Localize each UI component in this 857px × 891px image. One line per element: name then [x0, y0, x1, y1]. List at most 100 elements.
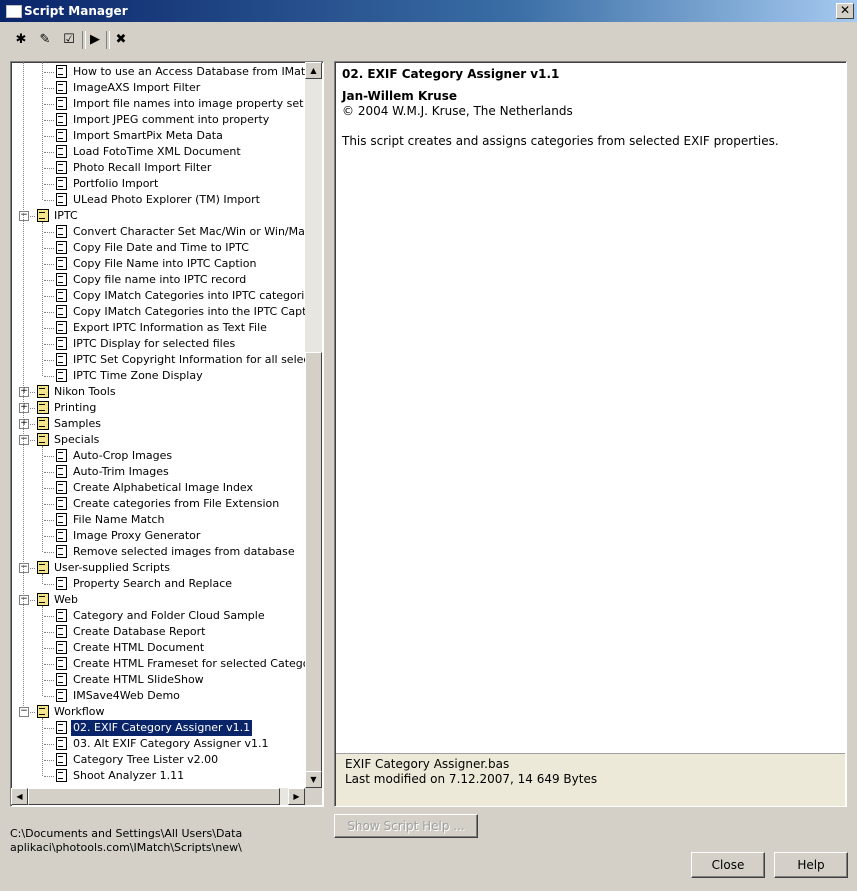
- collapse-icon[interactable]: −: [19, 211, 29, 221]
- tree-connector: [44, 136, 54, 137]
- tree-item[interactable]: Property Search and Replace: [11, 576, 305, 592]
- tree-item[interactable]: Copy File Date and Time to IPTC: [11, 240, 305, 256]
- tree-folder[interactable]: + Samples: [11, 416, 305, 432]
- scroll-down-button[interactable]: ▼: [305, 771, 322, 788]
- tree-item[interactable]: Copy file name into IPTC record: [11, 272, 305, 288]
- tree-item[interactable]: Load FotoTime XML Document: [11, 144, 305, 160]
- tree-item[interactable]: Convert Character Set Mac/Win or Win/Mac: [11, 224, 305, 240]
- edit-script-icon[interactable]: ✎: [36, 30, 54, 48]
- tree-connector: [44, 328, 54, 329]
- tree-item[interactable]: Portfolio Import: [11, 176, 305, 192]
- tree-item[interactable]: Copy File Name into IPTC Caption: [11, 256, 305, 272]
- tree-item[interactable]: Category Tree Lister v2.00: [11, 752, 305, 768]
- tree-item[interactable]: IPTC Time Zone Display: [11, 368, 305, 384]
- new-script-icon[interactable]: ✱: [12, 30, 30, 48]
- tree-item[interactable]: Export IPTC Information as Text File: [11, 320, 305, 336]
- script-file-icon: [56, 289, 67, 302]
- tree-item[interactable]: File Name Match: [11, 512, 305, 528]
- delete-script-icon[interactable]: ✖: [112, 30, 130, 48]
- tree-item-label: Category and Folder Cloud Sample: [73, 609, 265, 622]
- collapse-icon[interactable]: −: [19, 435, 29, 445]
- tree-item[interactable]: IPTC Set Copyright Information for all s…: [11, 352, 305, 368]
- tree-item-label: ImageAXS Import Filter: [73, 81, 201, 94]
- tree-folder[interactable]: + Nikon Tools: [11, 384, 305, 400]
- tree-folder[interactable]: + Printing: [11, 400, 305, 416]
- tree-item-label: Portfolio Import: [73, 177, 159, 190]
- tree-item[interactable]: ImageAXS Import Filter: [11, 80, 305, 96]
- folder-icon: [37, 433, 49, 446]
- collapse-icon[interactable]: −: [19, 563, 29, 573]
- tree-vertical-scrollbar[interactable]: ▲ ▼: [305, 62, 322, 788]
- tree-item-label: Import JPEG comment into property: [73, 113, 270, 126]
- tree-item[interactable]: Copy IMatch Categories into the IPTC Cap…: [11, 304, 305, 320]
- scroll-left-button[interactable]: ◀: [11, 788, 28, 805]
- script-file-icon: [56, 689, 67, 702]
- tree-item[interactable]: 02. EXIF Category Assigner v1.1: [11, 719, 305, 737]
- tree-item[interactable]: Copy IMatch Categories into IPTC categor…: [11, 288, 305, 304]
- tree-item[interactable]: Category and Folder Cloud Sample: [11, 608, 305, 624]
- tree-item-label: Copy File Name into IPTC Caption: [73, 257, 257, 270]
- tree-item[interactable]: Create HTML SlideShow: [11, 672, 305, 688]
- tree-folder-label: Workflow: [54, 705, 105, 718]
- script-copyright: © 2004 W.M.J. Kruse, The Netherlands: [342, 104, 573, 118]
- tree-item[interactable]: Shoot Analyzer 1.11: [11, 768, 305, 784]
- tree-item-label: Copy File Date and Time to IPTC: [73, 241, 249, 254]
- tree-item-label: IPTC Set Copyright Information for all s…: [73, 353, 305, 366]
- tree-item[interactable]: Create Alphabetical Image Index: [11, 480, 305, 496]
- tree-item[interactable]: Import JPEG comment into property: [11, 112, 305, 128]
- tree-item[interactable]: Create HTML Frameset for selected Catego…: [11, 656, 305, 672]
- tree-item[interactable]: Create Database Report: [11, 624, 305, 640]
- script-author: Jan-Willem Kruse: [342, 89, 457, 103]
- expand-icon[interactable]: +: [19, 419, 29, 429]
- tree-folder[interactable]: − IPTC: [11, 208, 305, 224]
- tree-connector: [44, 344, 54, 345]
- folder-icon: [37, 593, 49, 606]
- vertical-scroll-thumb[interactable]: [305, 352, 322, 774]
- tree-folder[interactable]: − Web: [11, 592, 305, 608]
- tree-item[interactable]: Import file names into image property se…: [11, 96, 305, 112]
- tree-horizontal-scrollbar[interactable]: ◀ ▶: [11, 788, 305, 805]
- tree-item[interactable]: Auto-Crop Images: [11, 448, 305, 464]
- tree-item[interactable]: IMSave4Web Demo: [11, 688, 305, 704]
- tree-folder-label: Web: [54, 593, 78, 606]
- folder-icon: [37, 561, 49, 574]
- tree-item-label: Shoot Analyzer 1.11: [73, 769, 185, 782]
- collapse-icon[interactable]: −: [19, 595, 29, 605]
- script-modified: Last modified on 7.12.2007, 14 649 Bytes: [345, 772, 598, 786]
- tree-folder[interactable]: − Specials: [11, 432, 305, 448]
- run-script-icon[interactable]: ▶: [86, 30, 104, 48]
- tree-item[interactable]: 03. Alt EXIF Category Assigner v1.1: [11, 736, 305, 752]
- script-file-info: EXIF Category Assigner.bas Last modified…: [336, 753, 845, 806]
- tree-item-label: Copy IMatch Categories into IPTC categor…: [73, 289, 305, 302]
- tree-item[interactable]: Create categories from File Extension: [11, 496, 305, 512]
- tree-connector: [44, 104, 54, 105]
- collapse-icon[interactable]: −: [19, 707, 29, 717]
- tree-item[interactable]: IPTC Display for selected files: [11, 336, 305, 352]
- tree-item[interactable]: ULead Photo Explorer (TM) Import: [11, 192, 305, 208]
- help-button[interactable]: Help: [774, 852, 848, 878]
- expand-icon[interactable]: +: [19, 387, 29, 397]
- scroll-corner: [305, 788, 322, 805]
- tree-folder[interactable]: − User-supplied Scripts: [11, 560, 305, 576]
- horizontal-scroll-thumb[interactable]: [28, 788, 280, 805]
- properties-icon[interactable]: ☑: [60, 30, 78, 48]
- tree-item[interactable]: How to use an Access Database from IMatc…: [11, 64, 305, 80]
- script-file-icon: [56, 625, 67, 638]
- scripts-path-line1: C:\Documents and Settings\All Users\Data: [10, 827, 243, 840]
- tree-item-label: Create Alphabetical Image Index: [73, 481, 254, 494]
- scroll-right-button[interactable]: ▶: [288, 788, 305, 805]
- tree-folder[interactable]: − Workflow: [11, 704, 305, 720]
- tree-item[interactable]: Auto-Trim Images: [11, 464, 305, 480]
- script-tree[interactable]: How to use an Access Database from IMatc…: [10, 61, 324, 807]
- show-script-help-button[interactable]: Show Script Help ...: [334, 814, 478, 838]
- window-close-button[interactable]: ✕: [836, 3, 854, 19]
- tree-item[interactable]: Photo Recall Import Filter: [11, 160, 305, 176]
- close-button[interactable]: Close: [691, 852, 765, 878]
- expand-icon[interactable]: +: [19, 403, 29, 413]
- scroll-up-button[interactable]: ▲: [305, 62, 322, 79]
- script-file-icon: [56, 529, 67, 542]
- tree-item[interactable]: Create HTML Document: [11, 640, 305, 656]
- tree-item[interactable]: Image Proxy Generator: [11, 528, 305, 544]
- tree-item[interactable]: Import SmartPix Meta Data: [11, 128, 305, 144]
- tree-item[interactable]: Remove selected images from database: [11, 544, 305, 560]
